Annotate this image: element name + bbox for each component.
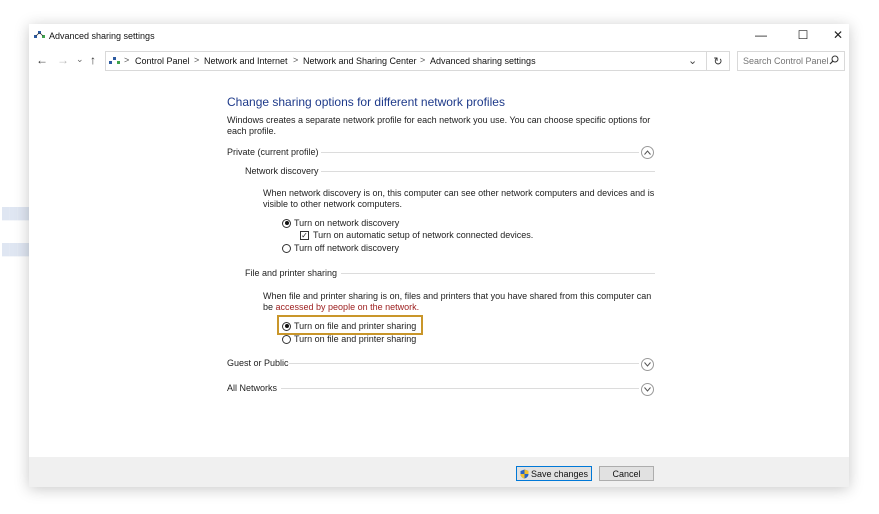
network-discovery-off-radio[interactable]: Turn off network discovery [282, 243, 399, 253]
save-label: Save changes [530, 468, 589, 479]
main-content: Change sharing options for different net… [29, 24, 849, 487]
auto-setup-checkbox[interactable]: ✓ Turn on automatic setup of network con… [300, 230, 533, 240]
collapse-private-button[interactable] [641, 146, 654, 159]
radio-unselected-icon [282, 334, 291, 344]
chevron-down-icon [644, 387, 651, 392]
file-sharing-off-radio[interactable]: Turn on file and printer sharing [282, 334, 416, 344]
option-label: Turn on file and printer sharing [294, 321, 417, 331]
description-line: When file and printer sharing is on, fil… [263, 291, 652, 301]
divider [321, 171, 655, 172]
file-sharing-on-radio[interactable]: Turn on file and printer sharing [282, 321, 416, 331]
guest-profile-label: Guest or Public [227, 358, 289, 368]
divider [321, 152, 639, 153]
cancel-label: Cancel [612, 468, 641, 479]
network-discovery-label: Network discovery [245, 166, 319, 176]
control-panel-window: Advanced sharing settings — ☐ ✕ ← → ⌄ ↑ … [29, 24, 849, 487]
page-title: Change sharing options for different net… [227, 95, 505, 109]
divider [289, 363, 639, 364]
chevron-up-icon [644, 150, 651, 155]
description-line: be accessed by people on the network. [263, 302, 663, 313]
radio-selected-icon [282, 321, 291, 331]
expand-guest-button[interactable] [641, 358, 654, 371]
expand-all-networks-button[interactable] [641, 383, 654, 396]
intro-text: Windows creates a separate network profi… [227, 115, 651, 136]
option-label: Turn on network discovery [294, 218, 400, 228]
all-networks-label: All Networks [227, 383, 278, 393]
option-label: Turn off network discovery [294, 243, 400, 253]
description-warning-text: accessed by people on the network. [275, 302, 420, 312]
file-sharing-description: When file and printer sharing is on, fil… [263, 291, 663, 313]
option-label: Turn on file and printer sharing [294, 334, 417, 344]
save-changes-button[interactable]: Save changes [516, 466, 592, 481]
network-discovery-on-radio[interactable]: Turn on network discovery [282, 218, 399, 228]
chevron-down-icon [644, 362, 651, 367]
description-text: be [263, 302, 276, 312]
divider [341, 273, 655, 274]
file-printer-sharing-label: File and printer sharing [245, 268, 338, 278]
private-profile-label: Private (current profile) [227, 147, 319, 157]
option-label: Turn on automatic setup of network conne… [313, 230, 534, 240]
radio-selected-icon [282, 218, 291, 228]
shield-icon [520, 469, 529, 478]
cancel-button[interactable]: Cancel [599, 466, 654, 481]
radio-unselected-icon [282, 243, 291, 253]
checkmark-icon: ✓ [300, 230, 309, 240]
divider [281, 388, 639, 389]
footer-bar: Save changes Cancel [29, 457, 849, 487]
network-discovery-description: When network discovery is on, this compu… [263, 188, 655, 209]
